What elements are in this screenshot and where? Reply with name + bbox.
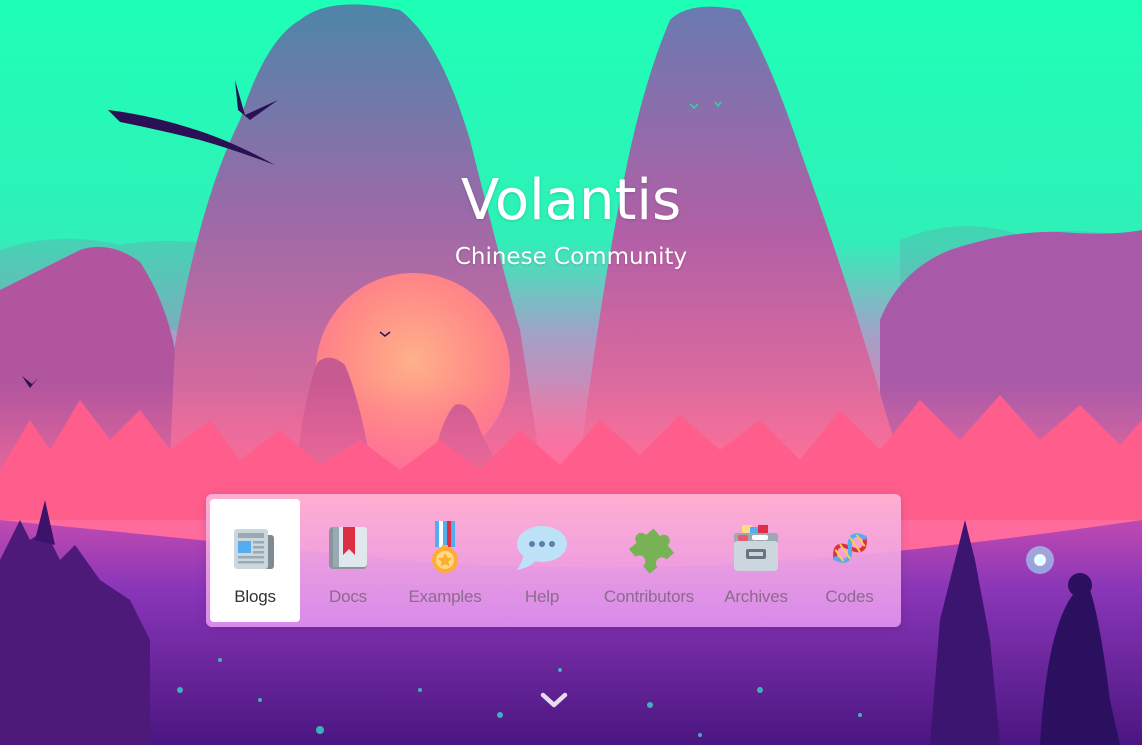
nav-label: Blogs <box>234 587 276 606</box>
nav-label: Help <box>524 587 560 606</box>
nav-label: Examples <box>408 587 482 606</box>
newspaper-icon <box>228 521 282 575</box>
site-title: Volantis <box>460 168 682 233</box>
nav-label: Archives <box>724 587 788 606</box>
dna-icon <box>823 521 877 575</box>
card-file-box-icon <box>729 521 783 575</box>
nav-item-examples[interactable]: Examples <box>396 499 494 622</box>
feature-nav: Blogs Docs Examples Help Contributors Ar… <box>206 494 901 627</box>
nav-item-codes[interactable]: Codes <box>804 499 895 622</box>
nav-item-help[interactable]: Help <box>494 499 590 622</box>
nav-label: Contributors <box>603 587 695 606</box>
speech-bubble-icon <box>515 521 569 575</box>
nav-item-docs[interactable]: Docs <box>300 499 396 622</box>
landscape-illustration <box>0 0 1142 745</box>
chevron-down-icon <box>539 690 569 714</box>
puzzle-piece-icon <box>622 521 676 575</box>
nav-label: Codes <box>825 587 874 606</box>
nav-item-blogs[interactable]: Blogs <box>210 499 300 622</box>
scroll-down-button[interactable] <box>538 690 570 714</box>
medal-icon <box>418 521 472 575</box>
nav-item-contributors[interactable]: Contributors <box>590 499 708 622</box>
hero-background <box>0 0 1142 745</box>
book-icon <box>321 521 375 575</box>
nav-item-archives[interactable]: Archives <box>708 499 804 622</box>
nav-label: Docs <box>329 587 367 606</box>
site-subtitle: Chinese Community <box>454 244 688 270</box>
